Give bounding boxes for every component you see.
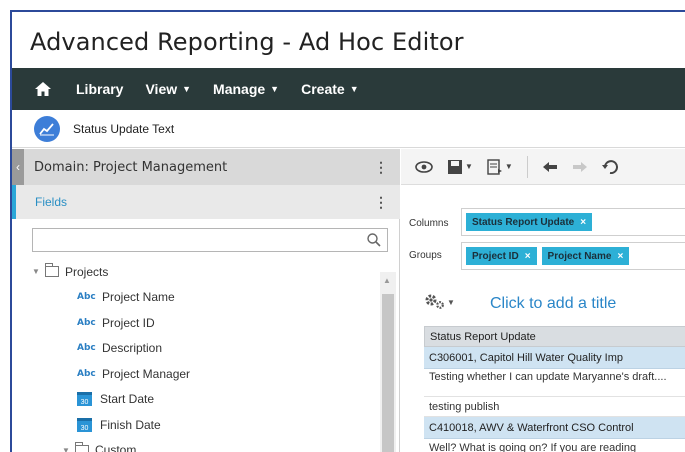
group-row: C410018, AWV & Waterfront CSO Control — [424, 417, 685, 439]
field-label: Start Date — [100, 392, 155, 407]
remove-icon[interactable]: × — [525, 251, 531, 262]
text-field-icon: Abc — [77, 343, 96, 354]
field-label: Description — [102, 341, 163, 356]
eye-icon — [415, 160, 433, 173]
undo-icon — [542, 161, 557, 172]
report-table: Status Report Update C306001, Capitol Hi… — [424, 326, 685, 452]
preview-button[interactable] — [415, 160, 433, 173]
field-label: Finish Date — [100, 417, 161, 432]
field-item[interactable]: Abc Project ID — [32, 310, 372, 336]
field-label: Project ID — [102, 315, 155, 330]
field-item[interactable]: Abc Project Name — [32, 285, 372, 311]
toolbar-divider — [526, 155, 528, 178]
redo-button[interactable] — [572, 161, 588, 173]
text-field-icon: Abc — [77, 368, 96, 379]
app-title: Advanced Reporting - Ad Hoc Editor — [30, 28, 464, 56]
fields-header: Fields ⋮ — [12, 185, 400, 219]
columns-dropzone[interactable]: Status Report Update × — [461, 208, 685, 236]
save-icon — [448, 159, 462, 174]
nav-library-label: Library — [76, 81, 124, 97]
groups-dropzone[interactable]: Project ID × Project Name × — [461, 242, 685, 270]
editor-panel: ▼ ▼ Columns Status Report Update × Groups… — [401, 149, 685, 452]
table-row: testing publish — [424, 397, 685, 417]
folder-icon — [45, 263, 59, 278]
domain-menu-icon[interactable]: ⋮ — [374, 159, 388, 176]
date-field-icon: 30 — [77, 392, 92, 407]
group-row: C306001, Capitol Hill Water Quality Imp — [424, 347, 685, 369]
nav-view[interactable]: View ▼ — [145, 81, 191, 97]
scroll-up-icon[interactable]: ▲ — [383, 276, 391, 285]
gear-icon — [425, 294, 444, 309]
expand-triangle-icon[interactable]: ▼ — [62, 446, 72, 452]
nav-view-label: View — [145, 81, 178, 97]
nav-library[interactable]: Library — [76, 81, 123, 97]
app-window: Advanced Reporting - Ad Hoc Editor Libra… — [10, 10, 685, 452]
chip-label: Project ID — [472, 250, 519, 262]
remove-icon[interactable]: × — [580, 217, 586, 228]
chevron-down-icon: ▼ — [447, 297, 455, 307]
field-label: Project Name — [102, 290, 175, 305]
redo-icon — [572, 161, 587, 172]
nav-manage-label: Manage — [213, 81, 266, 97]
columns-label: Columns — [409, 218, 449, 229]
chevron-down-icon: ▼ — [270, 84, 280, 94]
chevron-down-icon: ▼ — [465, 162, 473, 171]
folder-label: Custom — [95, 443, 137, 452]
chevron-down-icon: ▼ — [504, 162, 513, 171]
report-bar: Status Update Text — [12, 110, 685, 148]
remove-icon[interactable]: × — [617, 251, 623, 262]
report-title-placeholder[interactable]: Click to add a title — [490, 295, 616, 313]
table-header[interactable]: Status Report Update — [424, 326, 685, 347]
chevron-down-icon: ▼ — [182, 84, 192, 94]
search-icon — [367, 233, 381, 247]
report-name: Status Update Text — [73, 121, 175, 136]
expand-triangle-icon[interactable]: ▼ — [32, 267, 42, 276]
home-icon[interactable] — [34, 80, 52, 98]
chevron-down-icon: ▼ — [349, 84, 359, 94]
field-search-input[interactable] — [32, 228, 388, 252]
export-icon — [487, 158, 502, 175]
domain-label: Domain: Project Management — [34, 159, 228, 175]
text-field-icon: Abc — [77, 317, 96, 328]
fields-menu-icon[interactable]: ⋮ — [374, 194, 388, 211]
nav-manage[interactable]: Manage ▼ — [213, 81, 279, 97]
group-chip[interactable]: Project Name × — [541, 247, 630, 265]
table-row: Well? What is going on? If you are readi… — [424, 439, 685, 452]
table-row: Testing whether I can update Maryanne's … — [424, 369, 685, 397]
date-field-icon: 30 — [77, 417, 92, 432]
options-button[interactable]: ▼ — [423, 290, 457, 314]
nav-create[interactable]: Create ▼ — [301, 81, 359, 97]
field-item[interactable]: Abc Project Manager — [32, 361, 372, 387]
folder-label: Projects — [65, 264, 109, 279]
column-chip[interactable]: Status Report Update × — [466, 213, 593, 231]
fields-tree: ▼ Projects Abc Project Name Abc Project … — [32, 259, 372, 452]
field-item[interactable]: Abc Description — [32, 336, 372, 362]
undo-button[interactable] — [542, 161, 558, 173]
folder-icon — [75, 441, 89, 452]
tree-folder-custom[interactable]: ▼ Custom — [32, 438, 372, 452]
save-button[interactable]: ▼ — [447, 159, 473, 175]
groups-label: Groups — [409, 250, 442, 261]
text-field-icon: Abc — [77, 292, 96, 303]
collapse-panel-icon[interactable]: ‹ — [12, 149, 24, 185]
undo-all-button[interactable] — [601, 159, 618, 174]
domain-bar: ‹ Domain: Project Management ⋮ — [12, 149, 400, 185]
field-item[interactable]: 30 Start Date — [32, 387, 372, 413]
tree-folder-projects[interactable]: ▼ Projects — [32, 259, 372, 285]
fields-panel: ‹ Domain: Project Management ⋮ Fields ⋮ … — [12, 149, 400, 452]
export-button[interactable]: ▼ — [487, 158, 513, 175]
field-item[interactable]: 30 Finish Date — [32, 412, 372, 438]
group-chip[interactable]: Project ID × — [466, 247, 537, 265]
nav-create-label: Create — [301, 81, 345, 97]
chart-line-icon — [34, 115, 60, 142]
undo-all-icon — [601, 159, 618, 174]
editor-toolbar: ▼ ▼ — [401, 149, 685, 185]
chip-label: Status Report Update — [472, 216, 575, 228]
tree-scroll-thumb[interactable] — [382, 294, 394, 452]
fields-label: Fields — [35, 195, 68, 209]
field-label: Project Manager — [102, 366, 191, 381]
chip-label: Project Name — [547, 250, 612, 262]
main-nav: Library View ▼ Manage ▼ Create ▼ — [12, 68, 685, 110]
